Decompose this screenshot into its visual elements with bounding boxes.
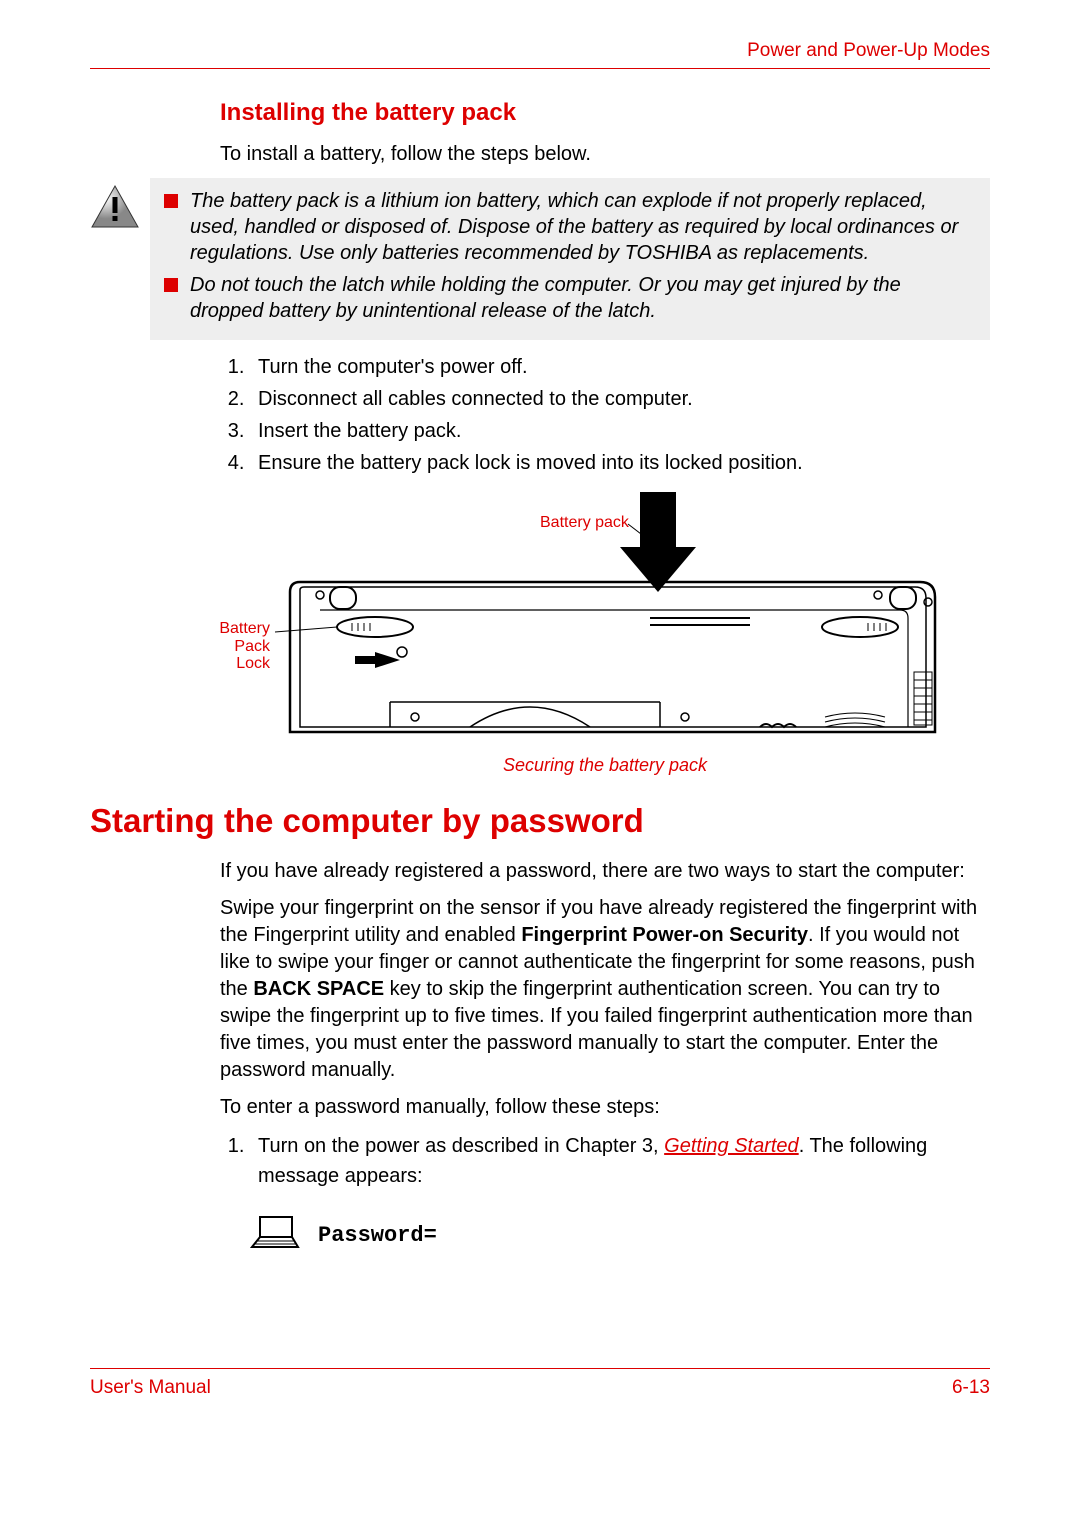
bullet-icon: [164, 278, 178, 292]
step-item: Insert the battery pack.: [250, 416, 990, 446]
caution-box: The battery pack is a lithium ion batter…: [150, 178, 990, 340]
password-p1: If you have already registered a passwor…: [220, 858, 990, 885]
figure-label-battery-pack: Battery pack: [540, 514, 629, 532]
footer-page-number: 6-13: [952, 1377, 990, 1399]
laptop-icon: [250, 1213, 300, 1258]
figure-battery: Battery pack Battery Pack Lock: [220, 492, 990, 747]
getting-started-link[interactable]: Getting Started: [664, 1135, 799, 1157]
main-heading-password: Starting the computer by password: [90, 802, 990, 840]
password-p2: Swipe your fingerprint on the sensor if …: [220, 895, 990, 1084]
password-prompt: Password=: [318, 1223, 437, 1248]
warning-icon: [90, 184, 140, 234]
step-item: Disconnect all cables connected to the c…: [250, 384, 990, 414]
step1-pre: Turn on the power as described in Chapte…: [258, 1135, 664, 1157]
caution-text-2: Do not touch the latch while holding the…: [190, 272, 976, 324]
caution-text-1: The battery pack is a lithium ion batter…: [190, 188, 976, 266]
sub-heading-installing: Installing the battery pack: [220, 99, 990, 127]
p2-b1: Fingerprint Power-on Security: [521, 924, 808, 946]
password-step-1: Turn on the power as described in Chapte…: [250, 1131, 990, 1191]
figure-label-battery-lock: Battery Pack Lock: [200, 620, 270, 673]
p2-b2: BACK SPACE: [253, 978, 384, 1000]
step-item: Turn the computer's power off.: [250, 352, 990, 382]
header-section-title: Power and Power-Up Modes: [90, 40, 990, 69]
page-footer: User's Manual 6-13: [90, 1368, 990, 1399]
intro-text: To install a battery, follow the steps b…: [220, 141, 990, 168]
footer-left: User's Manual: [90, 1377, 211, 1399]
password-steps-list: Turn on the power as described in Chapte…: [220, 1131, 990, 1191]
install-steps-list: Turn the computer's power off. Disconnec…: [220, 352, 990, 478]
figure-caption: Securing the battery pack: [220, 755, 990, 776]
step-item: Ensure the battery pack lock is moved in…: [250, 448, 990, 478]
bullet-icon: [164, 194, 178, 208]
password-p3: To enter a password manually, follow the…: [220, 1094, 990, 1121]
